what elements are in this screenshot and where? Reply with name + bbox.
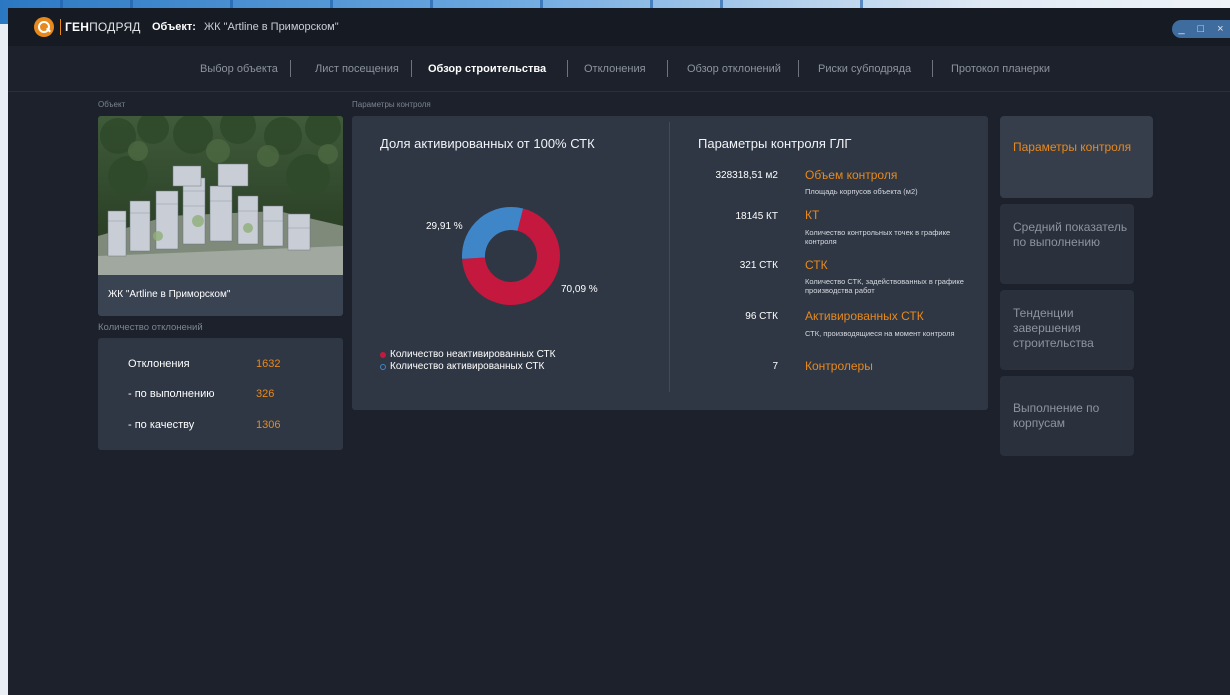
nav-divider (932, 60, 933, 77)
logo-divider (60, 19, 61, 35)
app-header: ГЕНПОДРЯД Объект: ЖК "Artline в Приморск… (8, 8, 1230, 46)
side-item-completion-trends[interactable]: Тенденции завершения строительства (1000, 290, 1134, 370)
deviations-total-value: 1632 (256, 358, 281, 370)
main-nav: Выбор объекта Лист посещения Обзор строи… (8, 46, 1230, 92)
param-desc-activated: СТК, производящиеся на момент контроля (805, 329, 955, 338)
object-value: ЖК "Artline в Приморском" (204, 21, 339, 33)
building-illustration (98, 116, 343, 275)
legend-item-inactivated: Количество неактивированных СТК (380, 349, 555, 360)
param-name-stk[interactable]: СТК (805, 258, 828, 272)
param-value-stk: 321 СТК (739, 260, 778, 271)
minimize-icon[interactable]: _ (1178, 23, 1184, 35)
param-desc-stk: Количество СТК, задействованных в график… (805, 277, 964, 295)
brand-name: ГЕНПОДРЯД (65, 20, 141, 34)
param-value-controllers: 7 (772, 361, 778, 372)
param-desc-volume: Площадь корпусов объекта (м2) (805, 187, 918, 196)
tab-deviations-overview[interactable]: Обзор отклонений (687, 63, 781, 75)
tab-construction-overview[interactable]: Обзор строительства (428, 63, 546, 75)
nav-divider (411, 60, 412, 77)
tab-object-selection[interactable]: Выбор объекта (200, 63, 278, 75)
deviations-quality-label: - по качеству (128, 419, 195, 431)
side-item-average-execution[interactable]: Средний показатель по выполнению (1000, 204, 1134, 284)
deviations-quality-value: 1306 (256, 419, 281, 431)
window-controls: _ □ × (1172, 20, 1230, 38)
tab-visit-sheet[interactable]: Лист посещения (315, 63, 399, 75)
object-photo (98, 116, 343, 275)
nav-divider (667, 60, 668, 77)
deviations-execution-value: 326 (256, 388, 275, 400)
side-item-control-params[interactable]: Параметры контроля (1000, 116, 1153, 198)
panel-divider (669, 122, 670, 392)
param-name-activated[interactable]: Активированных СТК (805, 309, 924, 323)
nav-divider (290, 60, 291, 77)
deviations-section-label: Количество отклонений (98, 322, 203, 333)
param-name-kt[interactable]: КТ (805, 208, 819, 222)
donut-chart (462, 206, 560, 305)
object-label: Объект: (152, 21, 196, 33)
param-name-volume[interactable]: Объем контроля (805, 168, 897, 182)
param-desc-kt: Количество контрольных точек в графике к… (805, 228, 951, 246)
app-window: ГЕНПОДРЯД Объект: ЖК "Artline в Приморск… (8, 8, 1230, 695)
tab-subcontract-risks[interactable]: Риски субподряда (818, 63, 911, 75)
donut-title: Доля активированных от 100% СТК (380, 136, 595, 151)
legend-dot-activated (380, 363, 386, 370)
object-section-label: Объект (98, 100, 126, 109)
deviations-execution-label: - по выполнению (128, 388, 215, 400)
close-icon[interactable]: × (1217, 23, 1223, 35)
donut-slice-activated (462, 206, 524, 259)
tab-deviations[interactable]: Отклонения (584, 63, 646, 75)
logo-icon (34, 17, 54, 37)
param-value-kt: 18145 КТ (735, 211, 778, 222)
deviations-total-label: Отклонения (128, 358, 190, 370)
nav-divider (567, 60, 568, 77)
object-caption: ЖК "Artline в Приморском" (98, 275, 343, 316)
legend-dot-inactivated (380, 351, 386, 358)
param-name-controllers[interactable]: Контролеры (805, 359, 873, 373)
legend-label-activated: Количество активированных СТК (390, 361, 545, 372)
param-value-activated: 96 СТК (745, 311, 778, 322)
glg-title: Параметры контроля ГЛГ (698, 136, 852, 151)
maximize-icon[interactable]: □ (1198, 23, 1205, 35)
tab-meeting-protocol[interactable]: Протокол планерки (951, 63, 1050, 75)
legend-label-inactivated: Количество неактивированных СТК (390, 349, 556, 360)
donut-label-inactivated: 70,09 % (561, 284, 598, 295)
legend-item-activated: Количество активированных СТК (380, 361, 544, 372)
nav-divider (798, 60, 799, 77)
side-item-execution-by-buildings[interactable]: Выполнение по корпусам (1000, 376, 1134, 456)
param-value-volume: 328318,51 м2 (715, 170, 779, 181)
params-section-label: Параметры контроля (352, 100, 431, 109)
donut-label-activated: 29,91 % (426, 221, 463, 232)
